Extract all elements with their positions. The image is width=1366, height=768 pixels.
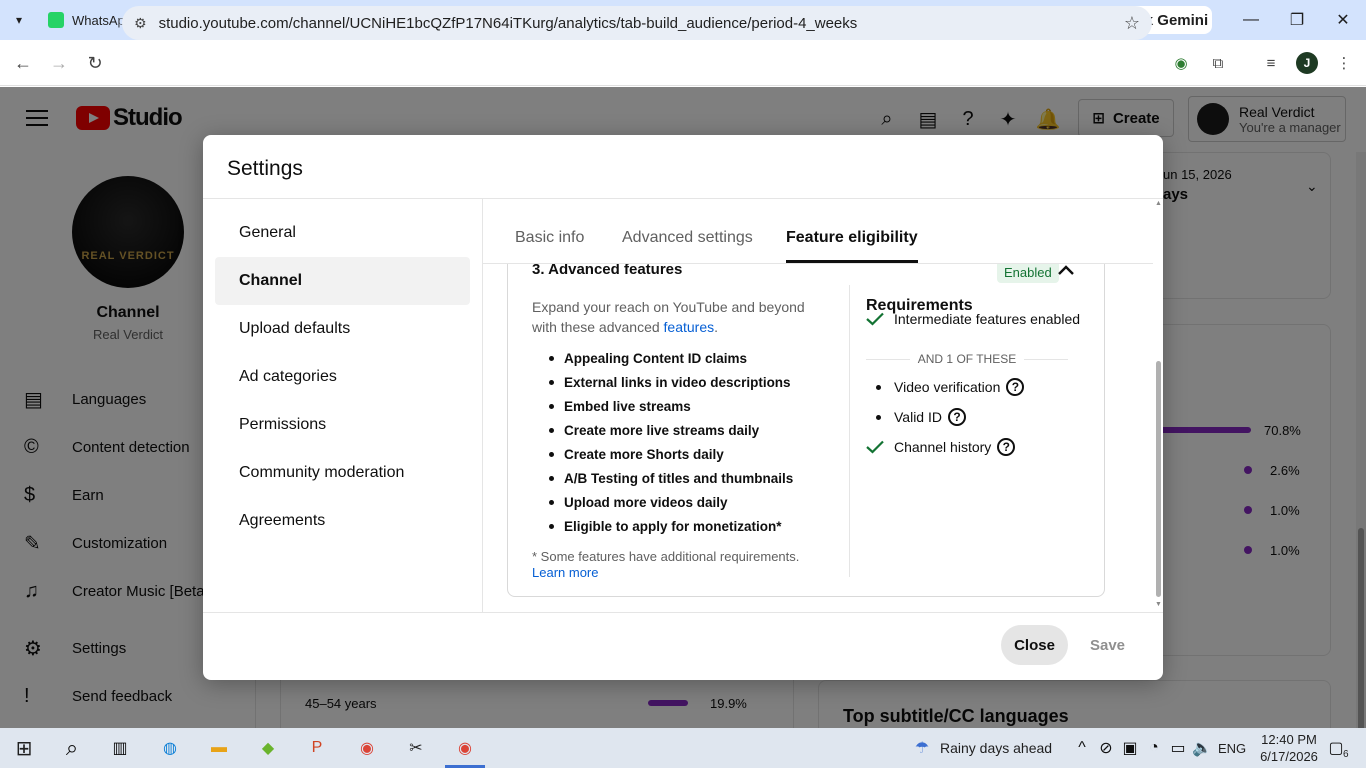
requirements-note: * Some features have additional requirem… (532, 549, 800, 580)
minimize-button[interactable]: — (1228, 0, 1274, 40)
scroll-down-arrow-icon[interactable]: ▼ (1155, 601, 1162, 608)
settings-nav-general[interactable]: General (215, 209, 470, 257)
features-link[interactable]: features (664, 319, 715, 335)
edge-icon[interactable]: ◍ (156, 734, 184, 762)
notification-count: 6 (1343, 749, 1349, 760)
settings-dialog: Settings General Channel Upload defaults Ad… (203, 135, 1163, 680)
help-icon[interactable]: ? (997, 438, 1016, 456)
forward-button[interactable]: → (41, 45, 77, 81)
settings-nav-community-moderation[interactable]: Community moderation (215, 449, 470, 497)
settings-nav-channel[interactable]: Channel (215, 257, 470, 305)
whatsapp-icon (48, 12, 64, 28)
scroll-up-arrow-icon[interactable]: ▲ (1155, 200, 1162, 207)
requirement-label: Valid ID (894, 409, 942, 425)
tab-basic-info[interactable]: Basic info (515, 215, 584, 263)
settings-nav-upload-defaults[interactable]: Upload defaults (215, 305, 470, 353)
tab-feature-eligibility[interactable]: Feature eligibility (786, 215, 918, 263)
feature-item: Create more Shorts daily (532, 442, 832, 466)
camtasia-icon[interactable]: ◆ (254, 734, 282, 762)
feature-list: Appealing Content ID claims External link… (532, 346, 832, 538)
powerpoint-icon[interactable]: P (303, 734, 331, 762)
feature-item: Upload more videos daily (532, 490, 832, 514)
close-button[interactable]: Close (1001, 625, 1068, 665)
settings-nav-ad-categories[interactable]: Ad categories (215, 353, 470, 401)
feature-item: A/B Testing of titles and thumbnails (532, 466, 832, 490)
omnibox[interactable]: ⚙ studio.youtube.com/channel/UCNiHE1bcQZ… (122, 6, 1152, 40)
tab-advanced-settings[interactable]: Advanced settings (622, 215, 753, 263)
task-view-icon[interactable]: ▥ (106, 734, 134, 762)
clock-date[interactable]: 6/17/2026 (1256, 749, 1322, 764)
feature-eligibility-panel: 3. Advanced features Enabled Expand your… (483, 264, 1153, 612)
feature-item: Embed live streams (532, 394, 832, 418)
url-text: studio.youtube.com/channel/UCNiHE1bcQZfP… (158, 14, 858, 32)
site-info-icon[interactable]: ⚙ (134, 15, 147, 32)
requirement-main: Intermediate features enabled (866, 307, 1080, 331)
weather-icon[interactable]: ☂ (908, 734, 936, 762)
volume-icon[interactable]: 🔈 (1188, 734, 1216, 762)
reload-button[interactable]: ↻ (77, 45, 113, 81)
window-close-button[interactable]: ✕ (1320, 0, 1366, 40)
browser-menu-icon[interactable]: ⋮ (1332, 51, 1356, 75)
requirement-option: Valid ID? (866, 405, 966, 429)
extensions-puzzle-icon[interactable]: ⧉ (1206, 51, 1230, 75)
back-button[interactable]: ← (5, 45, 41, 81)
check-icon (866, 312, 894, 326)
feature-item: Appealing Content ID claims (532, 346, 832, 370)
media-controls-icon[interactable]: ≡ (1259, 51, 1283, 75)
weather-text[interactable]: Rainy days ahead (940, 740, 1052, 756)
help-icon[interactable]: ? (1006, 378, 1025, 396)
taskbar-search-icon[interactable]: ⌕ (58, 734, 86, 762)
and-divider: AND 1 OF THESE (866, 351, 1068, 367)
dialog-title: Settings (227, 157, 303, 180)
chrome-icon[interactable]: ◉ (353, 734, 381, 762)
bookmark-star-icon[interactable]: ☆ (1124, 13, 1140, 34)
windows-start-icon[interactable]: ⊞ (10, 734, 38, 762)
extension-globe-icon[interactable]: ◉ (1169, 51, 1193, 75)
file-explorer-icon[interactable]: ▬ (205, 734, 233, 762)
collapse-chevron-icon[interactable] (1056, 264, 1076, 281)
settings-nav-permissions[interactable]: Permissions (215, 401, 470, 449)
bullet-icon (876, 414, 881, 420)
tab-search-chevron-icon[interactable]: ▾ (0, 0, 38, 40)
requirement-label: Channel history (894, 439, 992, 455)
section-heading: 3. Advanced features (532, 264, 683, 278)
address-toolbar: ← → ↻ (0, 40, 1366, 86)
chrome-active-icon[interactable]: ◉ (451, 734, 479, 762)
language-indicator[interactable]: ENG (1218, 741, 1246, 756)
settings-nav-agreements[interactable]: Agreements (215, 497, 470, 545)
requirement-option: Video verification? (866, 375, 1025, 399)
check-icon (866, 440, 894, 454)
restore-button[interactable]: ❐ (1274, 0, 1320, 40)
bullet-icon (876, 384, 881, 390)
status-badge: Enabled (997, 264, 1059, 283)
feature-item: External links in video descriptions (532, 370, 832, 394)
requirement-option: Channel history? (866, 435, 1016, 459)
section-description: Expand your reach on YouTube and beyond … (532, 299, 805, 335)
save-button[interactable]: Save (1076, 625, 1139, 665)
help-icon[interactable]: ? (947, 408, 966, 426)
requirement-label: Video verification (894, 379, 1001, 395)
profile-avatar[interactable]: J (1296, 52, 1318, 74)
learn-more-link[interactable]: Learn more (532, 565, 598, 580)
feature-item: Eligible to apply for monetization* (532, 514, 832, 538)
capcut-icon[interactable]: ✂ (402, 734, 430, 762)
advanced-features-card: 3. Advanced features Enabled Expand your… (507, 264, 1105, 597)
clock-time[interactable]: 12:40 PM (1260, 732, 1318, 747)
feature-item: Create more live streams daily (532, 418, 832, 442)
dialog-scrollbar[interactable]: ▲ ▼ (1154, 199, 1163, 612)
